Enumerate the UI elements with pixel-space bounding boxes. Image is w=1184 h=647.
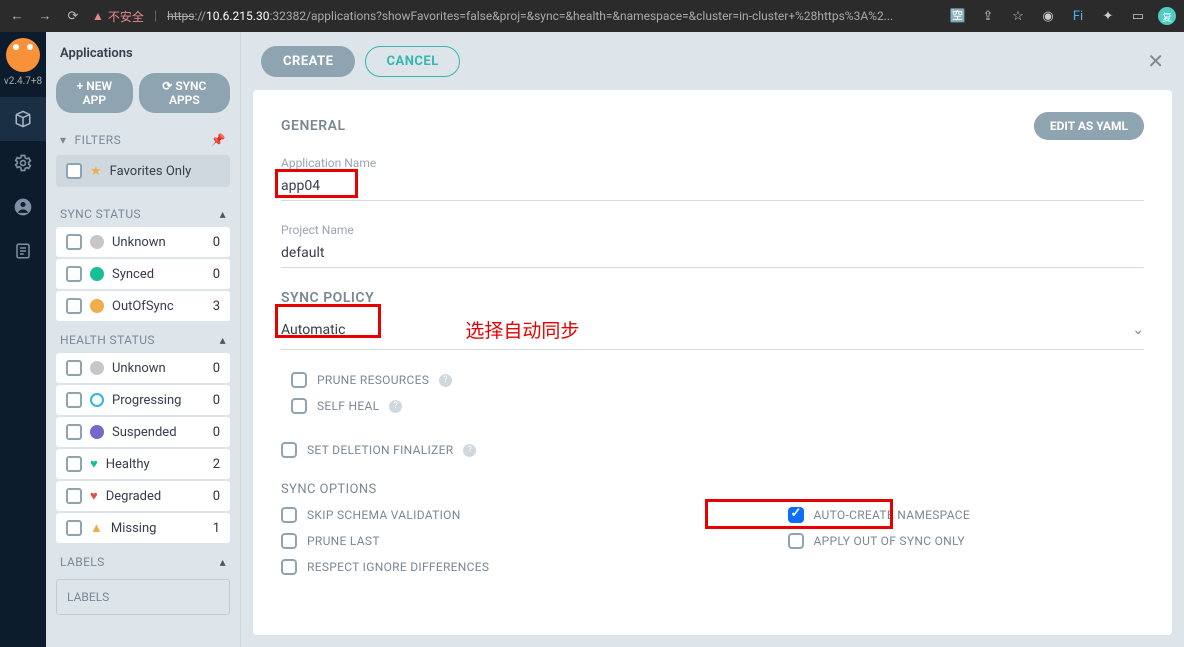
filter-checkbox[interactable] bbox=[66, 360, 82, 376]
url-bar[interactable]: https://10.6.215.30:32382/applications?s… bbox=[167, 9, 938, 23]
help-icon[interactable]: ? bbox=[463, 444, 476, 457]
new-app-button[interactable]: + NEW APP bbox=[56, 73, 133, 113]
chevron-down-icon[interactable]: ⌄ bbox=[1132, 322, 1144, 338]
section-sync-options: SYNC OPTIONS bbox=[281, 482, 1144, 497]
ico-prog-icon bbox=[90, 393, 104, 407]
share-icon[interactable]: ⇪ bbox=[978, 9, 998, 24]
sidebar-title: Applications bbox=[46, 32, 240, 73]
filter-checkbox[interactable] bbox=[66, 298, 82, 314]
window-icon[interactable]: ▭ bbox=[1128, 9, 1148, 24]
forward-icon[interactable]: → bbox=[36, 8, 54, 24]
sync-filter-row[interactable]: Unknown0 bbox=[56, 227, 230, 257]
edit-as-yaml-button[interactable]: EDIT AS YAML bbox=[1034, 112, 1144, 140]
ico-unknown-icon bbox=[90, 361, 104, 375]
cancel-button[interactable]: CANCEL bbox=[365, 46, 459, 77]
filters-header: ▾ FILTERS 📌 bbox=[46, 125, 240, 155]
favorites-checkbox[interactable] bbox=[66, 163, 82, 179]
eye-icon[interactable]: ◉ bbox=[1038, 9, 1058, 24]
option-checkbox[interactable] bbox=[788, 533, 804, 549]
health-filter-row[interactable]: ▲Missing1 bbox=[56, 513, 230, 543]
sync-apps-button[interactable]: ⟳ SYNC APPS bbox=[139, 73, 230, 113]
health-filter-row[interactable]: ♥Healthy2 bbox=[56, 449, 230, 479]
sync-option[interactable]: SKIP SCHEMA VALIDATION bbox=[281, 507, 638, 523]
annotation-auto-sync: 选择自动同步 bbox=[465, 316, 579, 343]
health-filter-row[interactable]: Progressing0 bbox=[56, 385, 230, 415]
plugin-icon[interactable]: Fi bbox=[1068, 9, 1088, 24]
sidebar: Applications + NEW APP ⟳ SYNC APPS ▾ FIL… bbox=[46, 32, 241, 647]
browser-bar: ← → ⟳ ▲ 不安全 | https://10.6.215.30:32382/… bbox=[0, 0, 1184, 32]
rail-docs[interactable] bbox=[0, 229, 46, 273]
section-sync-policy: SYNC POLICY bbox=[281, 290, 1144, 306]
option-checkbox[interactable] bbox=[281, 559, 297, 575]
sync-option[interactable]: AUTO-CREATE NAMESPACE bbox=[788, 507, 1145, 523]
rail-applications[interactable] bbox=[0, 97, 46, 141]
help-icon[interactable]: ? bbox=[389, 400, 402, 413]
option-checkbox[interactable] bbox=[281, 533, 297, 549]
labels-header[interactable]: LABELS▴ bbox=[46, 545, 240, 573]
sync-option[interactable]: PRUNE LAST bbox=[281, 533, 638, 549]
filter-checkbox[interactable] bbox=[66, 392, 82, 408]
translate-icon[interactable]: 🈳 bbox=[948, 9, 968, 24]
star-icon: ★ bbox=[90, 164, 102, 179]
reload-icon[interactable]: ⟳ bbox=[64, 9, 82, 24]
filter-checkbox[interactable] bbox=[66, 488, 82, 504]
field-application-name[interactable]: Application Name app04 app04 bbox=[281, 156, 1144, 201]
health-filter-row[interactable]: ♥Degraded0 bbox=[56, 481, 230, 511]
extensions-icon[interactable]: ✦ bbox=[1098, 9, 1118, 24]
health-icon: ▲ bbox=[90, 520, 103, 536]
pin-icon[interactable]: 📌 bbox=[211, 133, 226, 147]
filter-checkbox[interactable] bbox=[66, 456, 82, 472]
sync-option[interactable]: APPLY OUT OF SYNC ONLY bbox=[788, 533, 1145, 549]
filter-checkbox[interactable] bbox=[66, 234, 82, 250]
field-project-name[interactable]: Project Name default bbox=[281, 223, 1144, 268]
health-filter-row[interactable]: Unknown0 bbox=[56, 353, 230, 383]
rail-settings[interactable] bbox=[0, 141, 46, 185]
rail-user[interactable] bbox=[0, 185, 46, 229]
form-panel: GENERAL EDIT AS YAML Application Name ap… bbox=[253, 90, 1172, 635]
help-icon[interactable]: ? bbox=[439, 374, 452, 387]
back-icon[interactable]: ← bbox=[8, 8, 26, 24]
sync-status-header[interactable]: SYNC STATUS▴ bbox=[46, 197, 240, 225]
filter-checkbox[interactable] bbox=[66, 424, 82, 440]
section-general: GENERAL bbox=[281, 118, 346, 134]
star-icon[interactable]: ☆ bbox=[1008, 9, 1028, 24]
field-sync-policy[interactable]: Automatic Automatic 选择自动同步 ⌄ bbox=[281, 312, 1144, 350]
filter-checkbox[interactable] bbox=[66, 266, 82, 282]
argo-logo[interactable] bbox=[6, 38, 40, 72]
sync-option[interactable]: RESPECT IGNORE DIFFERENCES bbox=[281, 559, 638, 575]
insecure-badge: ▲ 不安全 bbox=[92, 8, 144, 25]
create-app-panel: CREATE CANCEL ✕ GENERAL EDIT AS YAML App… bbox=[240, 32, 1184, 647]
health-filter-row[interactable]: Suspended0 bbox=[56, 417, 230, 447]
create-button[interactable]: CREATE bbox=[261, 46, 355, 77]
health-status-header[interactable]: HEALTH STATUS▴ bbox=[46, 323, 240, 351]
profile-avatar[interactable]: 复 bbox=[1158, 7, 1176, 25]
nav-rail: v2.4.7+8 bbox=[0, 32, 46, 647]
sync-filter-row[interactable]: Synced0 bbox=[56, 259, 230, 289]
health-icon: ♥ bbox=[90, 456, 98, 472]
option-checkbox[interactable] bbox=[281, 507, 297, 523]
filter-icon: ▾ bbox=[60, 133, 67, 147]
health-icon: ♥ bbox=[90, 488, 98, 504]
filter-checkbox[interactable] bbox=[66, 520, 82, 536]
opt-self-heal[interactable]: SELF HEAL? bbox=[291, 398, 1144, 414]
sync-filter-row[interactable]: OutOfSync3 bbox=[56, 291, 230, 321]
ico-susp-icon bbox=[90, 425, 104, 439]
version-label: v2.4.7+8 bbox=[4, 76, 42, 87]
favorites-filter[interactable]: ★ Favorites Only bbox=[56, 155, 230, 187]
ico-sync-icon bbox=[90, 267, 104, 281]
labels-box[interactable]: LABELS bbox=[56, 579, 230, 615]
close-icon[interactable]: ✕ bbox=[1147, 49, 1164, 73]
opt-prune-resources[interactable]: PRUNE RESOURCES? bbox=[291, 372, 1144, 388]
opt-set-deletion-finalizer[interactable]: SET DELETION FINALIZER? bbox=[281, 442, 1144, 458]
ico-unknown-icon bbox=[90, 235, 104, 249]
option-checkbox[interactable] bbox=[788, 507, 804, 523]
ico-oos-icon bbox=[90, 299, 104, 313]
